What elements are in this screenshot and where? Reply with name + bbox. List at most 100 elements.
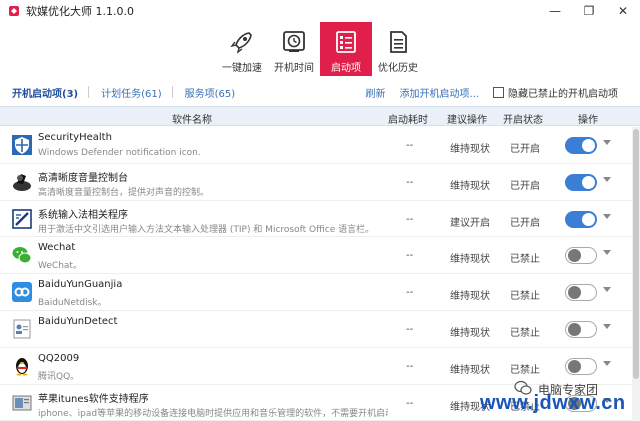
row-startup-time: --	[406, 176, 414, 188]
row-status: 已开启	[510, 180, 540, 192]
row-suggestion: 建议开启	[450, 217, 490, 229]
column-header-suggestion: 建议操作	[447, 115, 487, 126]
row-suggestion: 维持现状	[450, 144, 490, 155]
hide-disabled-checkbox[interactable]: 隐藏已禁止的开机启动项	[493, 85, 618, 100]
watermark-url: www.jdwxw.cn	[480, 392, 626, 414]
row-description: 腾讯QQ。	[38, 371, 80, 382]
vertical-scrollbar[interactable]	[632, 127, 640, 421]
toggle-knob	[582, 212, 595, 226]
minimize-button[interactable]: —	[538, 0, 572, 22]
chevron-down-icon[interactable]	[603, 213, 611, 219]
tool-optimize-history[interactable]: 优化历史	[372, 22, 424, 76]
table-row[interactable]: 高清晰度音量控制台 高清晰度音量控制台，提供对声音的控制。 -- 维持现状 已开…	[0, 164, 632, 201]
scrollbar-thumb[interactable]	[633, 129, 639, 379]
tab-divider	[88, 86, 90, 98]
tool-startup-items[interactable]: 启动项	[320, 22, 372, 76]
enable-toggle[interactable]	[565, 284, 597, 302]
title-bar: 软媒优化大师 1.1.0.0 — ❐ ✕	[0, 0, 640, 22]
row-suggestion: 维持现状	[450, 254, 490, 266]
row-startup-time: --	[406, 287, 414, 299]
hide-disabled-label: 隐藏已禁止的开机启动项	[508, 88, 618, 100]
row-suggestion: 维持现状	[450, 327, 490, 339]
chevron-down-icon[interactable]	[603, 250, 611, 256]
table-header: 软件名称 启动耗时 建议操作 开启状态 操作	[0, 106, 640, 126]
row-description: Windows Defender notification icon.	[38, 148, 201, 158]
enable-toggle[interactable]	[565, 247, 597, 265]
tab-startup-items[interactable]: 开机启动项(3)	[12, 85, 78, 100]
speaker-icon	[10, 170, 34, 194]
restore-button[interactable]: ❐	[572, 0, 606, 22]
chevron-down-icon[interactable]	[603, 360, 611, 366]
table-row[interactable]: BaiduYunGuanjia BaiduNetdisk。 -- 维持现状 已禁…	[0, 274, 632, 311]
tool-speed-up[interactable]: 一键加速	[216, 22, 268, 76]
itunes-icon	[10, 391, 34, 415]
row-startup-time: --	[406, 250, 414, 262]
tool-speed-up-label: 一键加速	[222, 63, 262, 74]
row-name: BaiduYunDetect	[38, 315, 118, 327]
row-name: 高清晰度音量控制台	[38, 172, 128, 184]
row-startup-time: --	[406, 140, 414, 151]
main-toolbar: 一键加速 开机时间 启动项 优化历史	[0, 22, 640, 76]
row-description: iphone、ipad等苹果的移动设备连接电脑时提供应用和音乐管理的软件，不需要…	[38, 408, 388, 419]
chevron-down-icon[interactable]	[603, 323, 611, 329]
clock-icon	[280, 28, 308, 56]
history-document-icon	[384, 28, 412, 56]
sub-tab-bar: 开机启动项(3) 计划任务(61) 服务项(65) 刷新 添加开机启动项... …	[0, 80, 640, 104]
row-startup-time: --	[406, 323, 414, 335]
row-description: WeChat。	[38, 261, 82, 272]
row-description: 用于激活中文引选用户输入方法文本输入处理器 (TIP) 和 Microsoft …	[38, 224, 375, 235]
enable-toggle[interactable]	[565, 357, 597, 375]
row-startup-time: --	[406, 213, 414, 225]
app-logo-icon	[9, 6, 19, 16]
qq-penguin-icon	[10, 354, 34, 378]
chevron-down-icon[interactable]	[603, 140, 611, 145]
chevron-down-icon[interactable]	[603, 176, 611, 182]
tool-optimize-history-label: 优化历史	[378, 63, 418, 74]
enable-toggle[interactable]	[565, 320, 597, 338]
row-suggestion: 维持现状	[450, 180, 490, 192]
row-description: 高清晰度音量控制台，提供对声音的控制。	[38, 187, 210, 198]
tool-boot-time-label: 开机时间	[274, 63, 314, 74]
baidu-cloud-icon	[10, 280, 34, 304]
close-button[interactable]: ✕	[606, 0, 640, 22]
table-row[interactable]: SecurityHealth Windows Defender notifica…	[0, 127, 632, 164]
toggle-knob	[582, 175, 595, 189]
enable-toggle[interactable]	[565, 137, 597, 154]
toggle-knob	[568, 286, 581, 300]
add-startup-item-link[interactable]: 添加开机启动项...	[399, 85, 479, 100]
row-startup-time: --	[406, 360, 414, 372]
row-status: 已开启	[510, 144, 540, 155]
row-suggestion: 维持现状	[450, 364, 490, 376]
startup-items-list: SecurityHealth Windows Defender notifica…	[0, 127, 632, 421]
input-method-icon	[10, 207, 34, 231]
row-name: BaiduYunGuanjia	[38, 279, 123, 291]
toggle-knob	[568, 249, 581, 263]
enable-toggle[interactable]	[565, 173, 597, 191]
toggle-knob	[568, 359, 581, 373]
toggle-knob	[582, 139, 595, 152]
row-status: 已禁止	[510, 327, 540, 339]
table-row[interactable]: QQ2009 腾讯QQ。 -- 维持现状 已禁止	[0, 348, 632, 385]
rocket-icon	[228, 28, 256, 56]
refresh-link[interactable]: 刷新	[365, 85, 385, 100]
startup-list-icon	[332, 28, 360, 56]
row-status: 已禁止	[510, 254, 540, 266]
chevron-down-icon[interactable]	[603, 287, 611, 293]
table-row[interactable]: 系统输入法相关程序 用于激活中文引选用户输入方法文本输入处理器 (TIP) 和 …	[0, 201, 632, 238]
row-status: 已开启	[510, 217, 540, 229]
row-name: SecurityHealth	[38, 132, 112, 143]
window-title: 软媒优化大师 1.1.0.0	[26, 5, 134, 18]
table-row[interactable]: Wechat WeChat。 -- 维持现状 已禁止	[0, 237, 632, 275]
tool-startup-items-label: 启动项	[331, 63, 361, 74]
table-row[interactable]: BaiduYunDetect -- 维持现状 已禁止	[0, 311, 632, 348]
row-status: 已禁止	[510, 291, 540, 303]
tab-divider	[171, 86, 173, 98]
tab-scheduled-tasks[interactable]: 计划任务(61)	[101, 85, 162, 100]
toggle-knob	[568, 322, 581, 336]
tool-boot-time[interactable]: 开机时间	[268, 22, 320, 76]
tab-services[interactable]: 服务项(65)	[185, 85, 236, 100]
checkbox-box[interactable]	[493, 86, 504, 98]
row-description: BaiduNetdisk。	[38, 298, 107, 309]
shield-icon	[10, 133, 34, 157]
enable-toggle[interactable]	[565, 210, 597, 228]
